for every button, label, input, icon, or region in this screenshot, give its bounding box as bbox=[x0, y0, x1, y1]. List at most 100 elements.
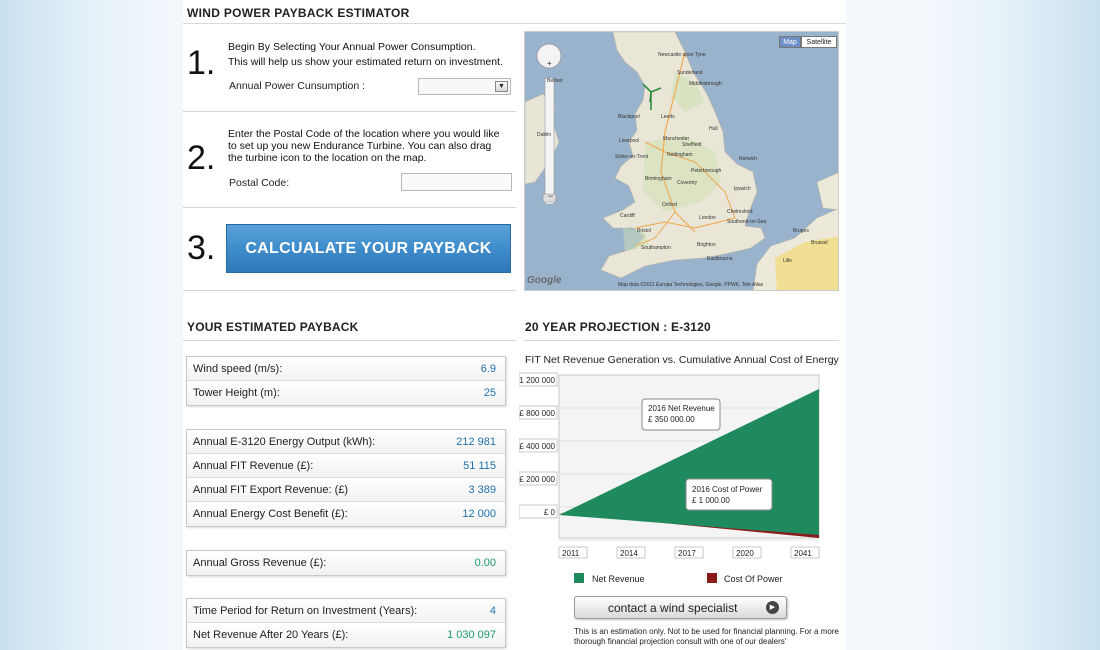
legend-swatch-net-revenue bbox=[574, 573, 584, 583]
map-zoom-in-icon[interactable]: + bbox=[547, 59, 552, 68]
satellite-view-button[interactable]: Satellite bbox=[801, 36, 837, 48]
y-tick-label: £ 200 000 bbox=[519, 475, 555, 484]
calculate-payback-button[interactable]: CALCUALATE YOUR PAYBACK bbox=[226, 224, 511, 273]
map-city-label: Bruges bbox=[793, 228, 809, 234]
map-city-label: Liverpool bbox=[619, 138, 640, 144]
callout-net-revenue-value: £ 350 000.00 bbox=[648, 415, 695, 424]
stat-value: 3 389 bbox=[468, 484, 496, 496]
title-divider bbox=[183, 23, 846, 24]
map-city-label: Ipswich bbox=[734, 186, 751, 192]
postal-code-input[interactable] bbox=[401, 173, 512, 191]
step-3-number: 3. bbox=[187, 229, 216, 267]
legend-label-cost-of-power: Cost Of Power bbox=[724, 574, 783, 584]
annual-consumption-select[interactable]: ▼ bbox=[418, 78, 511, 95]
map-city-label: Sheffield bbox=[682, 142, 702, 148]
x-tick-label: 2020 bbox=[736, 549, 754, 558]
payback-group-site: Wind speed (m/s): 6.9 Tower Height (m): … bbox=[186, 356, 506, 406]
table-row: Annual Energy Cost Benefit (£): 12 000 bbox=[187, 502, 505, 526]
play-arrow-icon: ▶ bbox=[766, 601, 779, 614]
postal-code-label: Postal Code: bbox=[229, 177, 290, 189]
map-city-label: Lille bbox=[783, 258, 792, 264]
map-city-label: Hull bbox=[709, 126, 718, 132]
map-city-label: Middlesbrough bbox=[689, 81, 722, 87]
step-divider bbox=[183, 207, 516, 208]
map-city-label: Oxford bbox=[662, 202, 678, 208]
step-2-number: 2. bbox=[187, 139, 216, 177]
map-city-label: Belfast bbox=[547, 78, 563, 84]
map-city-label: Leeds bbox=[661, 114, 675, 120]
table-row: Annual FIT Export Revenue: (£) 3 389 bbox=[187, 478, 505, 502]
projection-chart: £ 1 200 000 £ 800 000 £ 400 000 £ 200 000 £ … bbox=[519, 372, 820, 559]
stat-value: 6.9 bbox=[480, 363, 496, 375]
map-city-label: Cardiff bbox=[620, 213, 635, 219]
y-tick-label: £ 800 000 bbox=[519, 409, 555, 418]
map-city-label: Southend-on-Sea bbox=[727, 219, 767, 225]
step-2-text-line-3: the turbine icon to the location on the … bbox=[228, 152, 427, 164]
x-tick-label: 2014 bbox=[620, 549, 638, 558]
x-tick-label: 2011 bbox=[562, 549, 580, 558]
legend-swatch-cost-of-power bbox=[707, 573, 717, 583]
table-row: Net Revenue After 20 Years (£): 1 030 09… bbox=[187, 623, 505, 647]
map-city-label: Sunderland bbox=[677, 70, 703, 76]
map-city-label: Newcastle upon Tyne bbox=[658, 52, 706, 58]
map-city-label: London bbox=[699, 215, 716, 221]
map-city-label: Birmingham bbox=[645, 176, 672, 182]
map-view-button[interactable]: Map bbox=[779, 36, 801, 48]
stat-value: 51 115 bbox=[463, 460, 496, 472]
map-city-label: Dublin bbox=[537, 132, 552, 138]
map-city-label: Brussel bbox=[811, 240, 828, 246]
y-tick-label: £ 0 bbox=[544, 508, 556, 517]
stat-value: 12 000 bbox=[462, 508, 496, 520]
step-divider bbox=[183, 290, 516, 291]
step-1-number: 1. bbox=[187, 44, 216, 82]
map-city-label: Coventry bbox=[677, 180, 698, 186]
app-title: WIND POWER PAYBACK ESTIMATOR bbox=[187, 6, 410, 20]
x-tick-label: 2041 bbox=[794, 549, 812, 558]
table-row: Wind speed (m/s): 6.9 bbox=[187, 357, 505, 381]
map-zoom-out-icon[interactable]: − bbox=[548, 191, 553, 201]
stat-label: Net Revenue After 20 Years (£): bbox=[193, 629, 349, 641]
callout-cost-of-power-value: £ 1 000.00 bbox=[692, 496, 730, 505]
table-row: Time Period for Return on Investment (Ye… bbox=[187, 599, 505, 623]
map-city-label: Peterborough bbox=[691, 168, 722, 174]
step-1-text-line-2: This will help us show your estimated re… bbox=[228, 56, 503, 68]
map-city-label: Norwich bbox=[739, 156, 758, 162]
map-city-label: Southampton bbox=[641, 245, 671, 251]
location-map[interactable]: Map Satellite + − Google Map data ©2011 … bbox=[524, 31, 839, 291]
y-tick-label: £ 400 000 bbox=[519, 442, 555, 451]
table-row: Tower Height (m): 25 bbox=[187, 381, 505, 405]
table-row: Annual Gross Revenue (£): 0.00 bbox=[187, 551, 505, 575]
stat-label: Wind speed (m/s): bbox=[193, 363, 283, 375]
map-city-label: Chelmsford bbox=[727, 209, 753, 215]
map-city-label: Blackpool bbox=[618, 114, 640, 120]
stat-value: 4 bbox=[489, 605, 496, 617]
y-tick-label: £ 1 200 000 bbox=[519, 376, 556, 385]
contact-button-label: contact a wind specialist bbox=[608, 601, 738, 615]
projection-divider bbox=[524, 340, 839, 341]
x-tick-label: 2017 bbox=[678, 549, 696, 558]
table-row: Annual FIT Revenue (£): 51 115 bbox=[187, 454, 505, 478]
annual-consumption-label: Annual Power Cunsumption : bbox=[229, 80, 365, 92]
stat-label: Annual E-3120 Energy Output (kWh): bbox=[193, 436, 376, 448]
stat-value: 212 981 bbox=[456, 436, 496, 448]
google-logo: Google bbox=[527, 275, 562, 286]
payback-group-annual: Annual E-3120 Energy Output (kWh): 212 9… bbox=[186, 429, 506, 527]
callout-cost-of-power-title: 2016 Cost of Power bbox=[692, 485, 763, 494]
stat-label: Annual FIT Revenue (£): bbox=[193, 460, 314, 472]
projection-heading: 20 YEAR PROJECTION : E-3120 bbox=[525, 320, 711, 334]
chart-subtitle: FIT Net Revenue Generation vs. Cumulativ… bbox=[525, 354, 839, 366]
map-attribution: Map data ©2011 Europa Technologies, Goog… bbox=[618, 282, 764, 288]
chevron-down-icon[interactable]: ▼ bbox=[495, 81, 508, 92]
contact-wind-specialist-button[interactable]: contact a wind specialist ▶ bbox=[574, 596, 787, 619]
map-city-label: Eastbourne bbox=[707, 256, 733, 262]
legend-label-net-revenue: Net Revenue bbox=[592, 574, 645, 584]
stat-value: 0.00 bbox=[474, 557, 496, 569]
disclaimer-text: This is an estimation only. Not to be us… bbox=[574, 627, 839, 646]
map-city-label: Brighton bbox=[697, 242, 716, 248]
payback-divider bbox=[183, 340, 516, 341]
table-row: Annual E-3120 Energy Output (kWh): 212 9… bbox=[187, 430, 505, 454]
stat-label: Tower Height (m): bbox=[193, 387, 280, 399]
stat-label: Annual Energy Cost Benefit (£): bbox=[193, 508, 348, 520]
stat-label: Annual FIT Export Revenue: (£) bbox=[193, 484, 349, 496]
stat-value: 1 030 097 bbox=[447, 629, 496, 641]
